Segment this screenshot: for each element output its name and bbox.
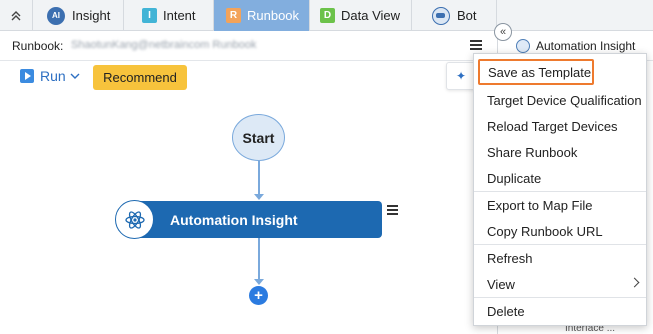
- menu-item-duplicate[interactable]: Duplicate: [474, 165, 646, 191]
- connector-line: [258, 238, 260, 279]
- runbook-name-select[interactable]: ShaotunKang@netbraincom Runbook: [71, 39, 256, 51]
- tab-data-view[interactable]: D Data View: [310, 0, 412, 31]
- automation-insight-node-icon: [115, 200, 154, 239]
- recommend-button[interactable]: Recommend: [93, 65, 187, 90]
- connector-arrow: [254, 279, 264, 285]
- chevron-right-icon: [629, 277, 640, 288]
- runbook-label: Runbook:: [12, 39, 64, 53]
- menu-item-label: Export to Map File: [487, 197, 593, 213]
- expand-panel-button[interactable]: «: [494, 23, 512, 41]
- atom-icon: [124, 210, 145, 229]
- runbook-header: Runbook: ShaotunKang@netbraincom Runbook: [0, 31, 497, 61]
- bot-icon: [432, 6, 450, 25]
- tab-label: Runbook: [247, 8, 300, 23]
- connector-arrow: [254, 194, 264, 200]
- menu-item-share-runbook[interactable]: Share Runbook: [474, 139, 646, 165]
- runbook-icon: R: [226, 8, 241, 23]
- node-menu-icon[interactable]: [387, 205, 398, 215]
- add-node-button[interactable]: +: [249, 286, 268, 305]
- tab-runbook[interactable]: R Runbook: [214, 0, 310, 31]
- magic-wand-button[interactable]: ✦: [446, 62, 476, 90]
- tab-bar: AI Insight I Intent R Runbook D Data Vie…: [0, 0, 653, 31]
- runbook-context-menu: Save as Template Target Device Qualifica…: [473, 53, 647, 326]
- tab-bot[interactable]: Bot: [412, 0, 497, 31]
- automation-insight-icon: [516, 39, 530, 53]
- menu-item-target-device-qualification[interactable]: Target Device Qualification: [474, 87, 646, 113]
- menu-item-label: Reload Target Devices: [487, 118, 618, 134]
- tab-label: Data View: [341, 8, 401, 23]
- hamburger-menu-icon[interactable]: [470, 40, 482, 50]
- start-node[interactable]: Start: [232, 114, 285, 161]
- menu-item-save-as-template[interactable]: Save as Template: [478, 59, 594, 85]
- play-icon: [20, 69, 34, 83]
- connector-line: [258, 161, 260, 194]
- double-chevron-up-icon: [11, 10, 21, 20]
- run-button[interactable]: Run: [20, 68, 80, 84]
- tab-label: Intent: [163, 8, 196, 23]
- tab-label: Bot: [457, 8, 477, 23]
- menu-item-label: View: [487, 276, 515, 292]
- menu-item-label: Target Device Qualification: [487, 92, 642, 108]
- menu-item-view[interactable]: View: [474, 271, 646, 297]
- tab-insight[interactable]: AI Insight: [33, 0, 124, 31]
- right-panel-title: Automation Insight: [536, 39, 636, 53]
- tab-intent[interactable]: I Intent: [124, 0, 214, 31]
- double-chevron-left-icon: «: [499, 26, 507, 38]
- magic-wand-icon: ✦: [455, 69, 467, 83]
- menu-item-label: Save as Template: [488, 64, 592, 80]
- menu-item-copy-runbook-url[interactable]: Copy Runbook URL: [474, 218, 646, 244]
- menu-item-label: Copy Runbook URL: [487, 223, 603, 239]
- ai-icon: AI: [47, 6, 65, 25]
- collapse-button[interactable]: [0, 0, 33, 31]
- menu-item-refresh[interactable]: Refresh: [474, 245, 646, 271]
- tab-label: Insight: [72, 8, 111, 23]
- menu-item-label: Share Runbook: [487, 144, 578, 160]
- menu-item-label: Delete: [487, 303, 525, 319]
- menu-item-reload-target-devices[interactable]: Reload Target Devices: [474, 113, 646, 139]
- menu-item-delete[interactable]: Delete: [474, 298, 646, 324]
- menu-item-label: Refresh: [487, 250, 533, 266]
- chevron-down-icon: [70, 73, 80, 79]
- intent-icon: I: [142, 8, 157, 23]
- menu-item-label: Duplicate: [487, 170, 542, 186]
- plus-icon: +: [254, 287, 263, 304]
- automation-insight-node[interactable]: Automation Insight: [134, 201, 382, 238]
- data-view-icon: D: [320, 8, 335, 23]
- run-label: Run: [40, 68, 66, 84]
- menu-item-export-to-map-file[interactable]: Export to Map File: [474, 192, 646, 218]
